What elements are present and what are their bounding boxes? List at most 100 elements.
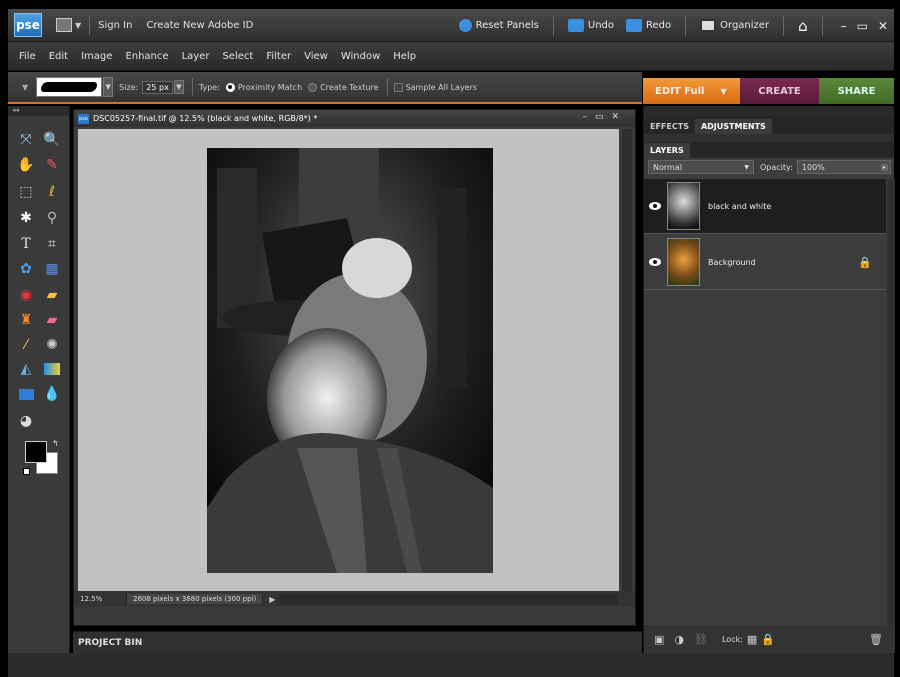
blur-tool-icon[interactable]: 💧 (41, 384, 63, 404)
smart-brush-tool-icon[interactable]: ✺ (41, 335, 63, 355)
workspace-layout-icon[interactable] (56, 18, 72, 32)
layer-thumbnail (667, 238, 700, 286)
tab-adjustments[interactable]: ADJUSTMENTS (694, 119, 772, 134)
shape-tool-icon[interactable] (15, 384, 37, 404)
menu-edit[interactable]: Edit (49, 51, 68, 62)
horizontal-scrollbar[interactable] (279, 594, 618, 604)
shape-swatch (18, 388, 34, 400)
opacity-field[interactable]: 100% ▸ (796, 160, 891, 174)
menu-filter[interactable]: Filter (266, 51, 291, 62)
marquee-tool-icon[interactable]: ⬚ (15, 182, 37, 202)
organizer-button[interactable]: Organizer (694, 19, 775, 32)
status-menu-arrow-icon[interactable]: ▶ (269, 595, 275, 604)
cookie-cutter-tool-icon[interactable]: ✿ (15, 259, 37, 279)
proximity-match-label: Proximity Match (237, 82, 303, 92)
move-tool-icon[interactable]: ⤧ (15, 130, 37, 150)
organizer-icon (700, 19, 717, 32)
brush-tool-icon[interactable]: ⁄ (15, 335, 37, 355)
restore-button[interactable]: ▭ (857, 19, 868, 33)
delete-layer-icon[interactable]: 🗑 (869, 633, 883, 646)
new-layer-icon[interactable]: ▣ (654, 633, 664, 646)
menu-layer[interactable]: Layer (182, 51, 210, 62)
layers-scrollbar[interactable] (887, 179, 895, 625)
redo-button[interactable]: Redo (620, 19, 677, 32)
lock-all-icon[interactable]: 🔒 (761, 633, 775, 646)
undo-button[interactable]: Undo (562, 19, 620, 32)
paint-bucket-tool-icon[interactable]: ◭ (15, 359, 37, 379)
menu-window[interactable]: Window (341, 51, 380, 62)
menu-help[interactable]: Help (393, 51, 416, 62)
crop-tool-icon[interactable]: ⌗ (41, 234, 63, 254)
brush-stroke-icon (41, 82, 98, 92)
home-button[interactable]: ⌂ (792, 17, 814, 35)
gradient-tool-icon[interactable] (41, 359, 63, 379)
menu-select[interactable]: Select (222, 51, 253, 62)
tab-layers[interactable]: LAYERS (644, 143, 690, 158)
sponge-tool-icon[interactable]: ◕ (15, 411, 37, 431)
minimize-button[interactable]: – (841, 19, 847, 33)
reset-panels-button[interactable]: Reset Panels (453, 19, 545, 32)
size-label: Size: (119, 82, 139, 92)
menu-file[interactable]: File (19, 51, 36, 62)
blend-mode-select[interactable]: Normal ▼ (648, 160, 754, 174)
proximity-match-radio[interactable] (225, 82, 235, 92)
layer-name: Background (708, 257, 756, 267)
sample-all-layers-label: Sample All Layers (405, 82, 478, 92)
menu-image[interactable]: Image (81, 51, 112, 62)
panel-separator (644, 134, 894, 142)
menu-view[interactable]: View (304, 51, 328, 62)
create-adobe-id-link[interactable]: Create New Adobe ID (146, 20, 253, 31)
type-tool-icon[interactable]: T (15, 234, 37, 254)
tab-effects[interactable]: EFFECTS (644, 119, 695, 134)
zoom-level[interactable]: 12.5% (74, 595, 126, 603)
magic-wand-tool-icon[interactable]: ✱ (15, 208, 37, 228)
straighten-tool-icon[interactable]: ▦ (41, 259, 63, 279)
lasso-tool-icon[interactable]: ℓ (41, 182, 63, 202)
spot-healing-tool-icon[interactable]: ▰ (41, 285, 63, 305)
tab-edit-full[interactable]: EDIT Full ▼ (643, 78, 740, 104)
close-button[interactable]: ✕ (878, 19, 888, 33)
eyedropper-tool-icon[interactable]: ✎ (41, 155, 63, 175)
divider (386, 78, 388, 96)
eraser-tool-icon[interactable]: ▰ (41, 310, 63, 330)
sample-all-layers-checkbox[interactable] (393, 82, 403, 92)
document-window-controls[interactable]: –▭✕ (582, 112, 627, 122)
menu-enhance[interactable]: Enhance (125, 51, 168, 62)
clone-stamp-tool-icon[interactable]: ♜ (15, 310, 37, 330)
layer-row[interactable]: Background 🔒 (644, 235, 886, 290)
tab-create[interactable]: CREATE (740, 78, 819, 104)
sign-in-link[interactable]: Sign In (98, 20, 132, 31)
brush-dropdown-button[interactable]: ▼ (103, 77, 114, 97)
toolbox-collapse-icon[interactable]: ◂◂ (8, 106, 69, 116)
layer-row[interactable]: black and white (644, 179, 886, 234)
document-title-bar[interactable]: pse DSC05257-final.tif @ 12.5% (black an… (74, 110, 635, 127)
options-menu-icon[interactable]: ▼ (22, 83, 28, 92)
visibility-eye-icon[interactable] (649, 202, 661, 210)
visibility-eye-icon[interactable] (649, 258, 661, 266)
default-colors-icon[interactable] (23, 468, 30, 475)
swap-colors-icon[interactable]: ↰ (52, 439, 59, 448)
brush-preset-picker[interactable] (36, 77, 103, 97)
effects-adjustments-tabs: EFFECTS ADJUSTMENTS (644, 116, 894, 134)
size-field[interactable]: 25 px (142, 80, 173, 94)
app-logo: pse (14, 13, 42, 37)
link-layers-icon[interactable]: ⛓ (694, 633, 708, 646)
red-eye-tool-icon[interactable]: ◉ (15, 285, 37, 305)
create-texture-radio[interactable] (308, 82, 318, 92)
vertical-scrollbar[interactable] (622, 129, 632, 591)
document-file-icon: pse (78, 113, 89, 124)
canvas-area[interactable] (78, 129, 619, 591)
tab-share[interactable]: SHARE (819, 78, 894, 104)
hand-tool-icon[interactable]: ✋ (15, 155, 37, 175)
project-bin[interactable]: PROJECT BIN (73, 631, 642, 653)
photo-canvas[interactable] (207, 148, 493, 573)
panel-collapse-bar[interactable] (644, 106, 894, 116)
chevron-down-icon[interactable]: ▼ (75, 21, 81, 30)
quick-selection-tool-icon[interactable]: ⚲ (41, 208, 63, 228)
adjustment-layer-icon[interactable]: ◑ (674, 633, 684, 646)
blend-mode-value: Normal (653, 162, 682, 172)
zoom-tool-icon[interactable]: 🔍 (41, 130, 63, 150)
chevron-down-icon[interactable]: ▼ (720, 87, 726, 96)
lock-transparency-icon[interactable]: ▦ (747, 633, 757, 646)
size-slider-button[interactable]: ▼ (173, 80, 184, 94)
